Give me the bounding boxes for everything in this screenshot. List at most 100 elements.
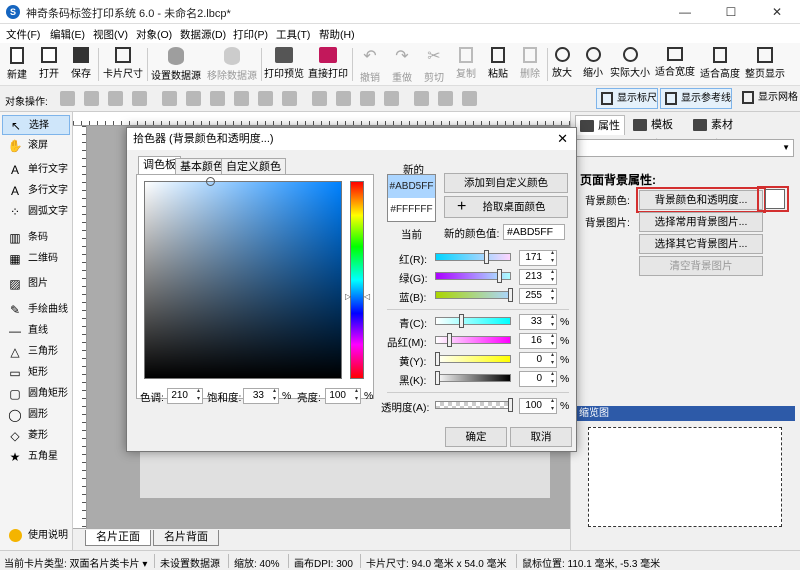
- tool-multi-line-text[interactable]: A 多行文字: [2, 181, 70, 201]
- same-width-icon[interactable]: [360, 91, 375, 106]
- bg-color-button[interactable]: 背景颜色和透明度...: [636, 187, 766, 213]
- distribute-v-icon[interactable]: [336, 91, 351, 106]
- remove-datasource-button[interactable]: 移除数据源: [206, 43, 258, 86]
- menu-tools[interactable]: 工具(T): [276, 27, 310, 42]
- magenta-slider[interactable]: [435, 333, 511, 347]
- saturation-value-picker[interactable]: [144, 177, 342, 379]
- tool-rounded-rect[interactable]: ▢ 圆角矩形: [2, 384, 70, 404]
- tab-card-front[interactable]: 名片正面: [85, 530, 151, 546]
- tab-materials[interactable]: 素材库: [689, 115, 743, 151]
- maximize-button[interactable]: ☐: [708, 0, 754, 24]
- tool-scroll[interactable]: ✋ 滚屏: [2, 136, 70, 156]
- red-slider-thumb[interactable]: [484, 250, 489, 264]
- menu-print[interactable]: 打印(P): [233, 27, 268, 42]
- tool-line[interactable]: — 直线: [2, 321, 70, 341]
- open-button[interactable]: 打开: [36, 43, 62, 86]
- menu-help[interactable]: 帮助(H): [319, 27, 355, 42]
- other-bg-image-button[interactable]: 选择其它背景图片...: [639, 234, 763, 254]
- save-button[interactable]: 保存: [68, 43, 94, 86]
- set-datasource-button[interactable]: 设置数据源: [150, 43, 202, 86]
- align-center-icon[interactable]: [186, 91, 201, 106]
- tab-templates[interactable]: 模板库: [629, 115, 683, 151]
- tool-qrcode[interactable]: ▦ 二维码: [2, 249, 70, 269]
- pick-screen-color-button[interactable]: + 拾取桌面颜色: [444, 196, 568, 218]
- red-input[interactable]: 171: [519, 249, 557, 266]
- card-size-button[interactable]: 卡片尺寸: [103, 43, 143, 86]
- red-slider[interactable]: [435, 250, 511, 264]
- black-slider[interactable]: [435, 371, 511, 385]
- card-page[interactable]: [140, 448, 550, 498]
- help-button[interactable]: 使用说明: [2, 526, 70, 546]
- tool-rectangle[interactable]: ▭ 矩形: [2, 363, 70, 383]
- green-slider-thumb[interactable]: [497, 269, 502, 283]
- hue-input[interactable]: 210: [167, 387, 203, 404]
- align-left-icon[interactable]: [162, 91, 177, 106]
- align-top-icon[interactable]: [234, 91, 249, 106]
- menu-datasource[interactable]: 数据源(D): [180, 27, 226, 42]
- blue-slider-thumb[interactable]: [508, 288, 513, 302]
- tool-circle[interactable]: ◯ 圆形: [2, 405, 70, 425]
- brightness-input[interactable]: 100: [325, 387, 361, 404]
- same-height-icon[interactable]: [384, 91, 399, 106]
- cancel-button[interactable]: 取消: [510, 427, 572, 447]
- picker-cursor[interactable]: [206, 177, 215, 186]
- bring-front-icon[interactable]: [108, 91, 123, 106]
- delete-button[interactable]: 删除: [516, 43, 544, 86]
- cyan-input[interactable]: 33: [519, 313, 557, 330]
- redo-button[interactable]: ↷ 重做: [388, 43, 416, 86]
- tool-select[interactable]: ↖ 选择: [2, 115, 70, 135]
- green-input[interactable]: 213: [519, 268, 557, 285]
- fit-width-button[interactable]: 适合宽度: [654, 43, 696, 86]
- tool-barcode[interactable]: ▥ 条码: [2, 228, 70, 248]
- show-guides-toggle[interactable]: 显示参考线: [660, 88, 732, 109]
- alpha-input[interactable]: 100: [519, 397, 557, 414]
- new-button[interactable]: 新建: [4, 43, 30, 86]
- direct-print-button[interactable]: 直接打印: [308, 43, 348, 86]
- blue-input[interactable]: 255: [519, 287, 557, 304]
- show-grid-toggle[interactable]: 显示网格: [738, 88, 798, 109]
- bring-forward-icon[interactable]: [60, 91, 75, 106]
- align-bottom-icon[interactable]: [282, 91, 297, 106]
- tool-star[interactable]: ★ 五角星: [2, 447, 70, 467]
- tool-freehand[interactable]: ✎ 手绘曲线: [2, 300, 70, 320]
- group-icon[interactable]: [414, 91, 429, 106]
- print-preview-button[interactable]: 打印预览: [264, 43, 304, 86]
- saturation-input[interactable]: 33: [243, 387, 279, 404]
- distribute-h-icon[interactable]: [312, 91, 327, 106]
- send-backward-icon[interactable]: [84, 91, 99, 106]
- lock-icon[interactable]: [462, 91, 477, 106]
- tab-card-back[interactable]: 名片背面: [153, 530, 219, 546]
- tab-custom-colors[interactable]: 自定义颜色: [221, 158, 286, 175]
- paste-button[interactable]: 粘贴: [484, 43, 512, 86]
- cut-button[interactable]: ✂ 剪切: [420, 43, 448, 86]
- clear-bg-image-button[interactable]: 清空背景图片: [639, 256, 763, 276]
- whole-page-button[interactable]: 整页显示: [744, 43, 786, 86]
- alpha-slider[interactable]: [435, 398, 513, 412]
- copy-button[interactable]: 复制: [452, 43, 480, 86]
- tool-single-line-text[interactable]: A 单行文字: [2, 160, 70, 180]
- menu-file[interactable]: 文件(F): [6, 27, 40, 42]
- zoom-in-button[interactable]: 放大: [549, 43, 575, 86]
- hex-value-input[interactable]: #ABD5FF: [503, 224, 565, 240]
- blue-slider[interactable]: [435, 288, 513, 302]
- align-right-icon[interactable]: [210, 91, 225, 106]
- tool-arc-text[interactable]: ⁘ 圆弧文字: [2, 202, 70, 222]
- align-middle-icon[interactable]: [258, 91, 273, 106]
- magenta-input[interactable]: 16: [519, 332, 557, 349]
- zoom-out-button[interactable]: 缩小: [580, 43, 606, 86]
- tool-diamond[interactable]: ◇ 菱形: [2, 426, 70, 446]
- alpha-slider-thumb[interactable]: [508, 398, 513, 412]
- send-back-icon[interactable]: [132, 91, 147, 106]
- dialog-close-icon[interactable]: ✕: [557, 131, 568, 147]
- undo-button[interactable]: ↶ 撤销: [356, 43, 384, 86]
- ok-button[interactable]: 确定: [445, 427, 507, 447]
- close-button[interactable]: ✕: [754, 0, 800, 24]
- cyan-slider-thumb[interactable]: [459, 314, 464, 328]
- ungroup-icon[interactable]: [438, 91, 453, 106]
- tool-image[interactable]: ▨ 图片: [2, 274, 70, 294]
- hue-slider[interactable]: ▷ ◁: [345, 181, 370, 379]
- actual-size-button[interactable]: 实际大小: [609, 43, 651, 86]
- green-slider[interactable]: [435, 269, 511, 283]
- cyan-slider[interactable]: [435, 314, 511, 328]
- tool-triangle[interactable]: △ 三角形: [2, 342, 70, 362]
